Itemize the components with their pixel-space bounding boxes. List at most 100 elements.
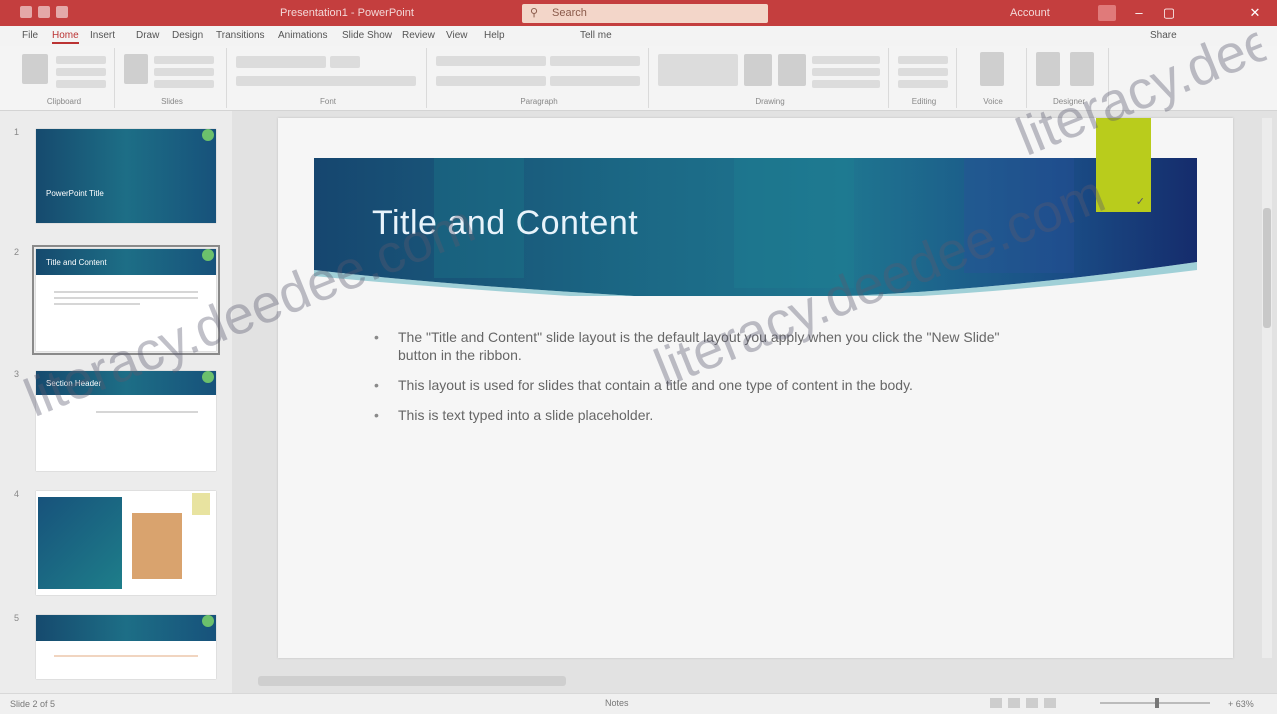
list-buttons[interactable]	[436, 56, 546, 66]
tab-design[interactable]: Design	[172, 30, 203, 41]
search-icon: ⚲	[530, 7, 539, 19]
group-slides: Slides	[118, 48, 227, 108]
bullet-text: The "Title and Content" slide layout is …	[398, 329, 1000, 363]
group-label: Font	[319, 97, 336, 106]
bullet-icon: •	[374, 329, 379, 345]
group-label: Voice	[983, 97, 1003, 106]
format-painter-button[interactable]	[56, 80, 106, 88]
slide-thumbnail-panel[interactable]: 1 PowerPoint Title 2 Title and Content 3…	[0, 111, 232, 693]
tab-view[interactable]: View	[446, 30, 468, 41]
quick-styles-button[interactable]	[778, 54, 806, 86]
transition-icon	[202, 371, 214, 383]
redo-icon[interactable]	[56, 6, 68, 18]
search-box[interactable]: ⚲ Search	[522, 4, 768, 23]
section-button[interactable]	[154, 80, 214, 88]
minimize-button[interactable]: –	[1128, 3, 1150, 23]
copy-button[interactable]	[56, 68, 106, 76]
status-bar: Slide 2 of 5 Notes + 63%	[0, 693, 1277, 714]
replace-button[interactable]	[898, 68, 948, 76]
group-label: Slides	[161, 97, 183, 106]
zoom-slider[interactable]	[1100, 698, 1210, 708]
slide-canvas[interactable]: Title and Content ✓ • The "Title and Con…	[278, 118, 1233, 658]
thumbnail-number: 2	[14, 247, 20, 257]
cut-button[interactable]	[56, 56, 106, 64]
document-title: Presentation1 - PowerPoint	[280, 7, 414, 19]
layout-button[interactable]	[154, 56, 214, 64]
font-name-select[interactable]	[236, 56, 326, 68]
thumbnail-slide-3[interactable]: Section Header	[36, 371, 216, 471]
bullet-item: • The "Title and Content" slide layout i…	[370, 328, 1010, 364]
group-voice: Voice	[960, 48, 1027, 108]
bullet-icon: •	[374, 407, 379, 423]
thumbnail-number: 5	[14, 613, 20, 623]
bullet-text: This is text typed into a slide placehol…	[398, 407, 654, 423]
group-label: Editing	[911, 97, 937, 106]
text-direction-button[interactable]	[550, 56, 640, 66]
new-slide-button[interactable]	[124, 54, 148, 84]
share-button[interactable]: Share	[1150, 30, 1177, 41]
dictate-button[interactable]	[980, 52, 1004, 86]
save-icon[interactable]	[20, 6, 32, 18]
normal-view-icon[interactable]	[990, 698, 1002, 708]
select-button[interactable]	[898, 80, 948, 88]
tab-review[interactable]: Review	[402, 30, 435, 41]
smartart-button[interactable]	[550, 76, 640, 86]
group-label: Designer	[1052, 97, 1085, 106]
thumbnail-slide-4[interactable]	[36, 491, 216, 595]
thumbnail-title: Title and Content	[46, 258, 107, 267]
tab-help[interactable]: Help	[484, 30, 505, 41]
ribbon: Clipboard Slides Font Paragraph Drawing …	[0, 46, 1277, 111]
group-clipboard: Clipboard	[14, 48, 115, 108]
undo-icon[interactable]	[38, 6, 50, 18]
thumbnail-slide-5[interactable]	[36, 615, 216, 679]
find-button[interactable]	[898, 56, 948, 64]
notes-button[interactable]: Notes	[605, 698, 629, 708]
arrange-button[interactable]	[744, 54, 772, 86]
font-size-select[interactable]	[330, 56, 360, 68]
shape-effects-button[interactable]	[812, 80, 880, 88]
tab-transitions[interactable]: Transitions	[216, 30, 265, 41]
view-buttons[interactable]	[990, 698, 1062, 710]
horizontal-scrollbar[interactable]	[258, 676, 566, 686]
slide-title[interactable]: Title and Content	[372, 204, 638, 243]
avatar[interactable]	[1098, 5, 1116, 21]
transition-icon	[202, 615, 214, 627]
sorter-view-icon[interactable]	[1008, 698, 1020, 708]
tab-tell-me[interactable]: Tell me	[580, 30, 612, 41]
tab-slide-show[interactable]: Slide Show	[342, 30, 392, 41]
content-placeholder[interactable]: • The "Title and Content" slide layout i…	[370, 328, 1010, 436]
design-ideas-button[interactable]	[1036, 52, 1060, 86]
align-buttons[interactable]	[436, 76, 546, 86]
account-name[interactable]: Account	[1010, 7, 1050, 19]
scrollbar-thumb[interactable]	[1263, 208, 1271, 328]
tab-animations[interactable]: Animations	[278, 30, 327, 41]
close-button[interactable]: ✕	[1244, 3, 1266, 23]
tab-home[interactable]: Home	[52, 30, 79, 44]
vertical-scrollbar[interactable]	[1262, 118, 1272, 658]
share-files-button[interactable]	[1070, 52, 1094, 86]
tab-file[interactable]: File	[22, 30, 38, 41]
slideshow-view-icon[interactable]	[1044, 698, 1056, 708]
shape-fill-button[interactable]	[812, 56, 880, 64]
zoom-knob[interactable]	[1155, 698, 1159, 708]
thumbnail-number: 3	[14, 369, 20, 379]
ribbon-tabs: File Home Insert Draw Design Transitions…	[0, 26, 1277, 46]
tab-draw[interactable]: Draw	[136, 30, 159, 41]
paste-button[interactable]	[22, 54, 48, 84]
group-label: Paragraph	[520, 97, 558, 106]
thumbnail-slide-1[interactable]: PowerPoint Title	[36, 129, 216, 223]
shapes-gallery[interactable]	[658, 54, 738, 86]
group-paragraph: Paragraph	[430, 48, 649, 108]
font-format-buttons[interactable]	[236, 76, 416, 86]
zoom-level[interactable]: + 63%	[1228, 699, 1254, 709]
thumbnail-slide-2[interactable]: Title and Content	[32, 245, 220, 355]
transition-icon	[202, 249, 214, 261]
shape-outline-button[interactable]	[812, 68, 880, 76]
reset-button[interactable]	[154, 68, 214, 76]
transition-icon	[202, 129, 214, 141]
quick-access-toolbar[interactable]	[20, 6, 110, 20]
tab-insert[interactable]: Insert	[90, 30, 115, 41]
reading-view-icon[interactable]	[1026, 698, 1038, 708]
accent-tag: ✓	[1096, 118, 1151, 212]
maximize-button[interactable]: ▢	[1158, 3, 1180, 23]
